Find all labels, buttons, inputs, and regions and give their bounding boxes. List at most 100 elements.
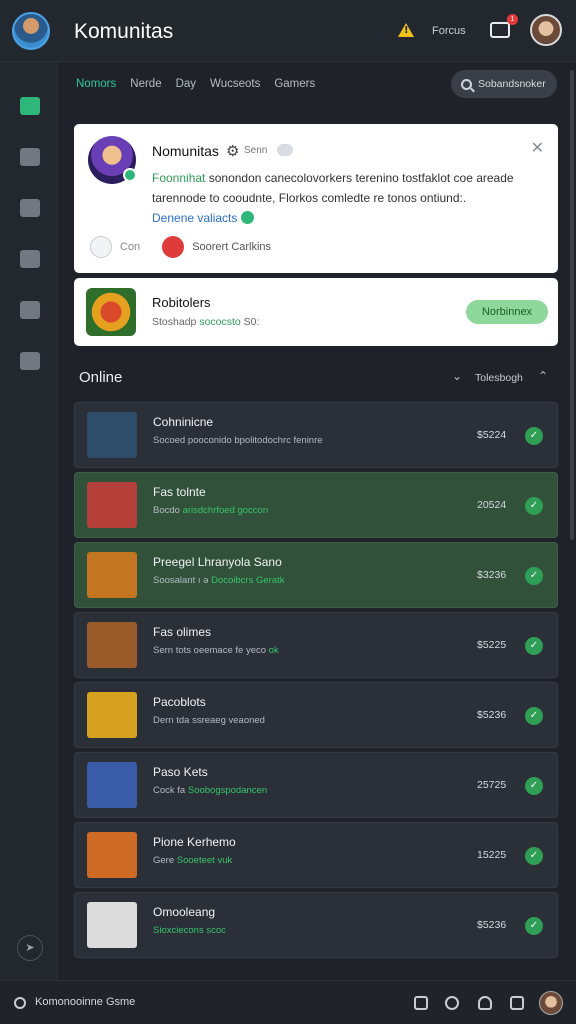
row-sub-highlight: Sooeteet vuk (176, 855, 233, 866)
row-thumbnail[interactable] (87, 622, 137, 668)
online-row[interactable]: Fas olimes Sern tots oeemace fe yeco ok $5… (74, 612, 558, 678)
online-row[interactable]: Cohninicne Socoed pooconido bpolitodochrc… (74, 402, 558, 468)
row-subtitle: Soosalant ı ǝ Docoibcrs Geratk (153, 574, 373, 587)
check-icon[interactable]: ✓ (525, 847, 543, 865)
row-subtitle: Bocdo arisdchrfoed goccon (153, 504, 373, 517)
compass-icon[interactable]: ➤ (17, 935, 43, 961)
bell-icon[interactable] (478, 996, 492, 1010)
online-row[interactable]: Fas tolnte Bocdo arisdchrfoed goccon 20524… (74, 472, 558, 538)
row-title: Omooleang (153, 905, 216, 919)
community-title: Nomunitas (152, 143, 219, 159)
row-sub-text: Soosalant ı ǝ (153, 575, 209, 586)
row-sub-text: Cock fa (153, 785, 186, 796)
event-thumbnail[interactable] (86, 288, 136, 336)
search-box[interactable] (451, 70, 557, 98)
community-link[interactable]: Denene valiacts (152, 211, 237, 225)
row-value: 15225 (477, 849, 507, 861)
online-row[interactable]: Omooleang Sioxciecons scoc $5236 ✓ (74, 892, 558, 958)
event-card: Robitolers Stoshadp sococsto S0: Norbinn… (74, 278, 558, 346)
row-title: Cohninicne (153, 415, 214, 429)
message-icon[interactable] (490, 22, 510, 38)
row-sub-text: Sern tots oeemace fe yeco (153, 645, 267, 656)
row-thumbnail[interactable] (87, 902, 137, 948)
row-subtitle: Sioxciecons scoc (153, 924, 373, 937)
search-icon (461, 78, 472, 90)
row-sub-text: Dern tda ssreaeg veaoned (153, 715, 265, 726)
online-filter[interactable]: Tolesbogh (475, 372, 523, 384)
search-input[interactable] (478, 78, 556, 90)
settings-icon[interactable] (20, 352, 40, 370)
check-icon[interactable]: ✓ (525, 567, 543, 585)
row-thumbnail[interactable] (87, 552, 137, 598)
row-subtitle: Gere Sooeteet vuk (153, 854, 373, 867)
tab-0[interactable]: Nomors (76, 78, 116, 90)
row-value: $5236 (477, 919, 507, 931)
row-thumbnail[interactable] (87, 762, 137, 808)
row-value: $3236 (477, 569, 507, 581)
scrollbar[interactable] (570, 70, 574, 540)
tab-bar: Nomors Nerde Day Wucseots Gamers (76, 78, 315, 90)
status-icon[interactable] (14, 997, 26, 1009)
row-thumbnail[interactable] (87, 412, 137, 458)
row-title: Paso Kets (153, 765, 208, 779)
tab-3[interactable]: Wucseots (210, 78, 260, 90)
event-sub-text: Stoshadp (152, 316, 197, 328)
row-thumbnail[interactable] (87, 482, 137, 528)
row-value: $5225 (477, 639, 507, 651)
check-icon[interactable]: ✓ (525, 707, 543, 725)
row-value: $5224 (477, 429, 507, 441)
tab-2[interactable]: Day (176, 78, 196, 90)
row-title: Fas tolnte (153, 485, 206, 499)
row-sub-highlight: Docoibcrs Geratk (211, 575, 285, 586)
row-thumbnail[interactable] (87, 692, 137, 738)
check-icon[interactable]: ✓ (525, 917, 543, 935)
row-subtitle: Dern tda ssreaeg veaoned (153, 714, 373, 727)
close-icon[interactable]: ✕ (531, 138, 544, 157)
top-bar: Komunitas Forcus 1 (0, 0, 576, 62)
check-icon[interactable]: ✓ (525, 637, 543, 655)
chevron-down-icon[interactable]: ⌄ (452, 369, 462, 383)
chat-icon[interactable] (445, 996, 459, 1010)
row-title: Preegel Lhranyola Sano (153, 555, 282, 569)
event-subtitle: Stoshadp sococsto S0: (152, 316, 259, 328)
gear-icon[interactable] (510, 996, 524, 1010)
online-row[interactable]: Preegel Lhranyola Sano Soosalant ı ǝ Doco… (74, 542, 558, 608)
sidebar: ➤ (0, 62, 58, 980)
clock-icon[interactable] (90, 236, 112, 258)
tab-1[interactable]: Nerde (130, 78, 161, 90)
top-link[interactable]: Forcus (432, 25, 466, 37)
tab-4[interactable]: Gamers (274, 78, 315, 90)
warning-icon[interactable] (398, 23, 414, 37)
event-sub-tail: S0: (243, 316, 260, 328)
row-sub-highlight: ok (268, 645, 279, 656)
row-value: 20524 (477, 499, 507, 511)
online-row[interactable]: Paso Kets Cock fa Soobogspodancen 25725 ✓ (74, 752, 558, 818)
app-avatar[interactable] (12, 12, 50, 50)
community-card: Nomunitas ⚙ Senn ✕ Foonnihat sonondon ca… (74, 124, 558, 273)
footer-stream[interactable]: Soorert Carlkins (192, 241, 271, 253)
book-icon[interactable] (20, 250, 40, 268)
record-icon[interactable] (162, 236, 185, 258)
bottom-avatar[interactable] (539, 991, 563, 1015)
check-icon[interactable]: ✓ (525, 777, 543, 795)
online-row[interactable]: Pacoblots Dern tda ssreaeg veaoned $5236 ✓ (74, 682, 558, 748)
check-icon[interactable]: ✓ (525, 427, 543, 445)
row-thumbnail[interactable] (87, 832, 137, 878)
user-avatar[interactable] (530, 14, 562, 46)
community-description: Foonnihat sonondon canecolovorkers teren… (152, 168, 542, 208)
online-row[interactable]: Pione Kerhemo Gere Sooeteet vuk 15225 ✓ (74, 822, 558, 888)
library-icon[interactable] (20, 301, 40, 319)
bottom-label: Komonooinne Gsme (35, 996, 136, 1008)
grid-icon[interactable] (414, 996, 428, 1010)
row-sub-text: Socoed pooconido bpolitodochrc feninre (153, 435, 323, 446)
link-status-dot (241, 211, 254, 224)
join-button[interactable]: Norbinnex (466, 300, 548, 324)
home-icon[interactable] (20, 97, 40, 115)
calendar-icon[interactable] (20, 148, 40, 166)
gear-icon[interactable]: ⚙ (226, 142, 239, 160)
explore-icon[interactable] (20, 199, 40, 217)
chevron-up-icon[interactable]: ⌃ (538, 369, 548, 383)
community-avatar[interactable] (88, 136, 137, 184)
check-icon[interactable]: ✓ (525, 497, 543, 515)
row-sub-highlight: Sioxciecons scoc (153, 925, 226, 936)
